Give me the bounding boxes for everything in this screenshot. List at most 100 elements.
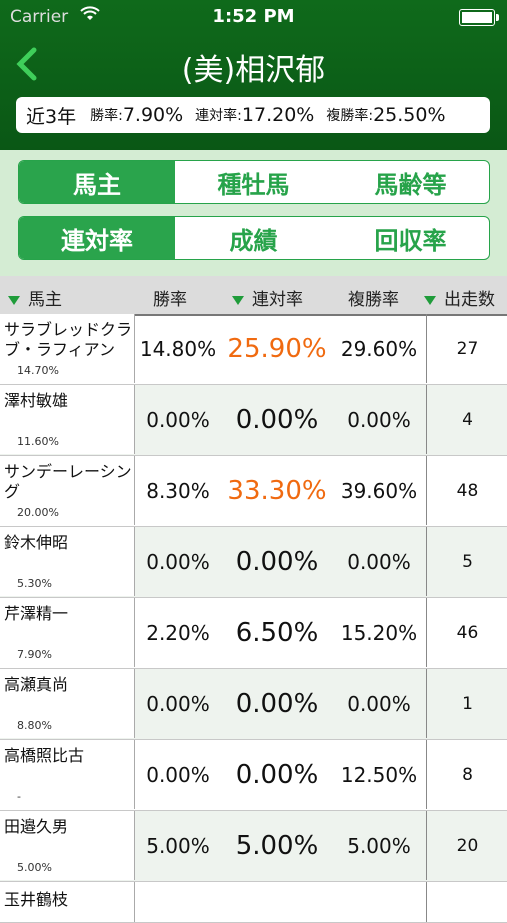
show-rate-value: 25.50% — [373, 104, 446, 126]
owner-cell: サンデーレーシング 20.00% — [0, 456, 135, 525]
place-rate-label: 連対率: — [195, 108, 242, 124]
owner-cell: 田邉久男 5.00% — [0, 811, 135, 880]
owner-cell: 鈴木伸昭 5.30% — [0, 527, 135, 596]
sort-down-icon — [232, 295, 244, 305]
show-rate-cell: 0.00% — [347, 549, 411, 574]
owner-sub-rate: 20.00% — [17, 506, 59, 519]
header-owner[interactable]: 馬主 — [8, 285, 62, 310]
show-rate-cell: 29.60% — [340, 336, 418, 361]
segment-sire[interactable]: 種牡馬 — [175, 161, 332, 203]
header-win-rate[interactable]: 勝率 — [153, 285, 187, 310]
owner-sub-rate: 8.80% — [17, 719, 52, 732]
win-rate-label: 勝率: — [90, 108, 123, 124]
show-rate-cell: 5.00% — [347, 833, 411, 858]
place-rate-cell: 6.50% — [235, 617, 319, 648]
runs-cell — [426, 882, 507, 922]
status-bar: Carrier 1:52 PM — [0, 0, 507, 34]
win-rate-cell: 0.00% — [146, 407, 210, 432]
runs-cell: 8 — [426, 740, 507, 809]
win-rate-cell: 5.00% — [146, 833, 210, 858]
table-row[interactable]: サンデーレーシング 20.00% 8.30% 33.30% 39.60% 48 — [0, 456, 507, 527]
stats-summary: 近3年 勝率: 7.90% 連対率: 17.20% 複勝率: 25.50% — [16, 97, 490, 133]
segment-age[interactable]: 馬齢等 — [332, 161, 489, 203]
table-row[interactable]: 高橋照比古 - 0.00% 0.00% 12.50% 8 — [0, 740, 507, 811]
owner-name: 田邉久男 — [4, 817, 69, 836]
win-rate-value: 7.90% — [122, 104, 184, 126]
owner-cell: 高瀬真尚 8.80% — [0, 669, 135, 738]
table-row[interactable]: 芹澤精一 7.90% 2.20% 6.50% 15.20% 46 — [0, 598, 507, 669]
category-segment: 馬主 種牡馬 馬齢等 — [18, 160, 490, 204]
table-row[interactable]: 高瀬真尚 8.80% 0.00% 0.00% 0.00% 1 — [0, 669, 507, 740]
show-rate-cell: 15.20% — [340, 620, 418, 645]
segment-owner[interactable]: 馬主 — [19, 161, 175, 203]
runs-cell: 48 — [426, 456, 507, 525]
place-rate-cell: 33.30% — [227, 475, 327, 506]
period-label: 近3年 — [26, 105, 77, 128]
place-rate-cell: 0.00% — [235, 688, 319, 719]
owner-cell: サラブレッドクラブ・ラフィアン 14.70% — [0, 314, 135, 383]
owner-cell: 玉井鶴枝 — [0, 882, 135, 922]
sort-down-icon — [8, 295, 20, 305]
runs-cell: 4 — [426, 385, 507, 454]
nav-bar: Carrier 1:52 PM (美)相沢郁 近3年 勝率: 7.90% 連対率… — [0, 0, 507, 150]
table-row[interactable]: 田邉久男 5.00% 5.00% 5.00% 5.00% 20 — [0, 811, 507, 882]
owner-name: 高橋照比古 — [4, 746, 85, 765]
runs-cell: 27 — [426, 314, 507, 383]
owner-table: サラブレッドクラブ・ラフィアン 14.70% 14.80% 25.90% 29.6… — [0, 314, 507, 923]
header-place-rate[interactable]: 連対率 — [232, 285, 303, 310]
owner-name: サラブレッドクラブ・ラフィアン — [4, 320, 133, 359]
owner-sub-rate: 11.60% — [17, 435, 59, 448]
owner-name: 鈴木伸昭 — [4, 533, 69, 552]
header-runs[interactable]: 出走数 — [424, 285, 495, 310]
owner-cell: 芹澤精一 7.90% — [0, 598, 135, 667]
filter-area: 馬主 種牡馬 馬齢等 連対率 成績 回収率 — [0, 150, 507, 276]
owner-name: 澤村敏雄 — [4, 391, 69, 410]
win-rate-cell: 14.80% — [139, 336, 217, 361]
header-show-rate[interactable]: 複勝率 — [348, 285, 399, 310]
show-rate-cell: 39.60% — [340, 478, 418, 503]
show-rate-cell: 0.00% — [347, 691, 411, 716]
status-time: 1:52 PM — [212, 6, 295, 27]
show-rate-cell: 0.00% — [347, 407, 411, 432]
runs-cell: 1 — [426, 669, 507, 738]
win-rate-cell: 8.30% — [146, 478, 210, 503]
win-rate-cell: 0.00% — [146, 549, 210, 574]
sort-down-icon — [424, 295, 436, 305]
owner-name: サンデーレーシング — [4, 462, 132, 501]
show-rate-cell: 12.50% — [340, 762, 418, 787]
place-rate-value: 17.20% — [241, 104, 315, 126]
page-title: (美)相沢郁 — [181, 53, 326, 88]
owner-cell: 高橋照比古 - — [0, 740, 135, 809]
win-rate-cell: 0.00% — [146, 762, 210, 787]
table-row[interactable]: 鈴木伸昭 5.30% 0.00% 0.00% 0.00% 5 — [0, 527, 507, 598]
place-rate-cell: 5.00% — [235, 830, 319, 861]
win-rate-cell: 2.20% — [146, 620, 210, 645]
place-rate-cell: 0.00% — [235, 759, 319, 790]
owner-name: 芹澤精一 — [4, 604, 69, 623]
runs-cell: 5 — [426, 527, 507, 596]
place-rate-cell: 25.90% — [227, 333, 327, 364]
owner-sub-rate: 5.30% — [17, 577, 52, 590]
owner-name: 玉井鶴枝 — [4, 890, 69, 909]
battery-icon — [459, 9, 499, 26]
owner-sub-rate: 7.90% — [17, 648, 52, 661]
runs-cell: 20 — [426, 811, 507, 880]
owner-sub-rate: 14.70% — [17, 364, 59, 377]
segment-results[interactable]: 成績 — [175, 217, 332, 259]
owner-cell: 澤村敏雄 11.60% — [0, 385, 135, 454]
place-rate-cell: 0.00% — [235, 546, 319, 577]
segment-return-rate[interactable]: 回収率 — [332, 217, 489, 259]
table-row[interactable]: 玉井鶴枝 — [0, 882, 507, 923]
owner-sub-rate: 5.00% — [17, 861, 52, 874]
owner-sub-rate: - — [17, 790, 21, 803]
runs-cell: 46 — [426, 598, 507, 667]
show-rate-label: 複勝率: — [326, 108, 374, 124]
place-rate-cell: 0.00% — [235, 404, 319, 435]
table-row[interactable]: 澤村敏雄 11.60% 0.00% 0.00% 0.00% 4 — [0, 385, 507, 456]
table-header: 馬主 勝率 連対率 複勝率 出走数 — [0, 276, 507, 316]
table-row[interactable]: サラブレッドクラブ・ラフィアン 14.70% 14.80% 25.90% 29.6… — [0, 314, 507, 385]
owner-name: 高瀬真尚 — [4, 675, 69, 694]
win-rate-cell: 0.00% — [146, 691, 210, 716]
segment-place-rate[interactable]: 連対率 — [19, 217, 175, 259]
metric-segment: 連対率 成績 回収率 — [18, 216, 490, 260]
